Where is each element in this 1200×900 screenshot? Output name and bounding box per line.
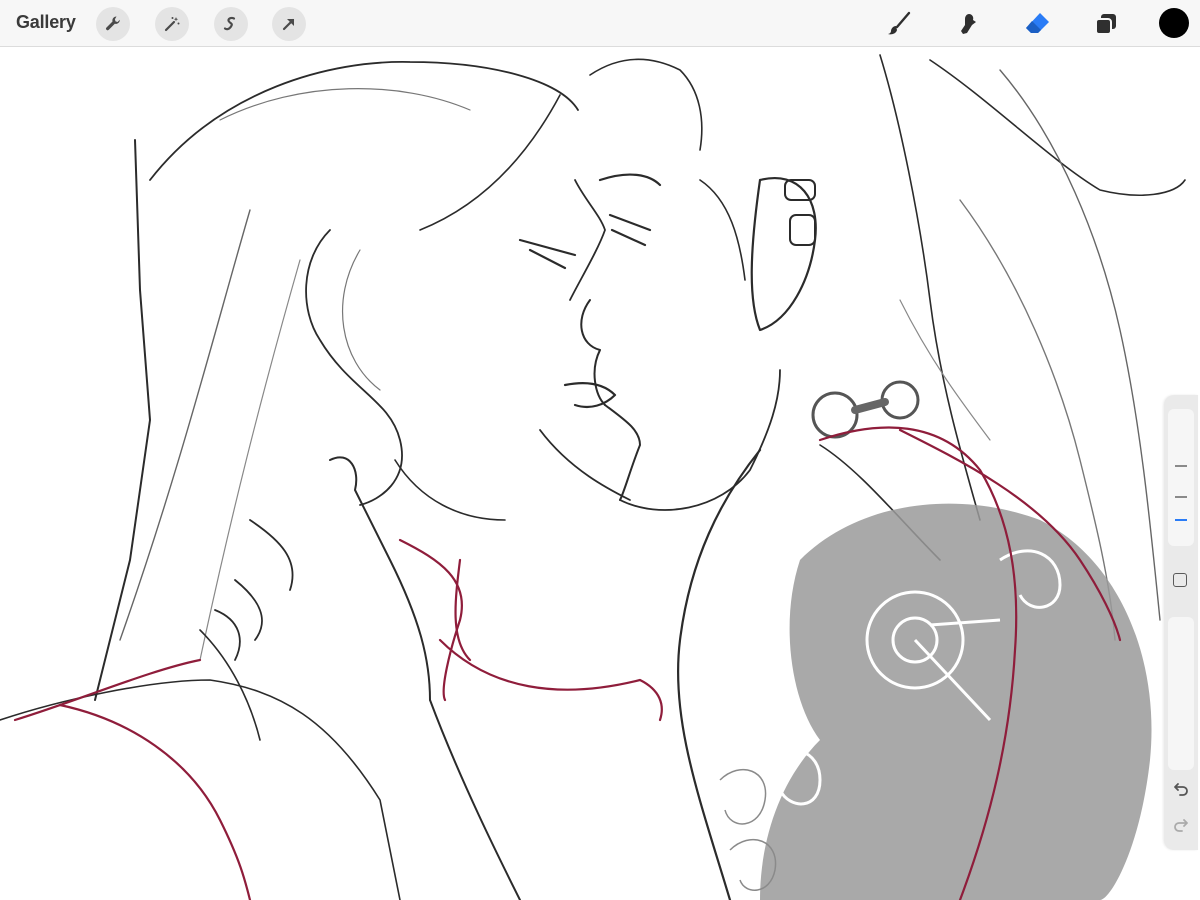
smudge-icon xyxy=(961,14,976,34)
eraser-button[interactable] xyxy=(1021,8,1053,40)
size-slider-handle[interactable] xyxy=(1175,519,1187,521)
transform-arrow-icon xyxy=(282,18,295,31)
brush-button[interactable] xyxy=(883,8,915,40)
selection-icon xyxy=(223,16,236,31)
gallery-button[interactable]: Gallery xyxy=(16,12,76,33)
undo-button[interactable] xyxy=(1170,777,1192,799)
brush-opacity-slider[interactable] xyxy=(1168,617,1194,770)
eraser-icon xyxy=(1026,13,1049,33)
magic-wand-icon xyxy=(164,17,180,32)
layers-button[interactable] xyxy=(1090,8,1122,40)
smudge-button[interactable] xyxy=(951,8,983,40)
layers-icon xyxy=(1095,14,1116,35)
drawing-canvas[interactable] xyxy=(0,47,1200,900)
size-tick xyxy=(1175,496,1187,498)
brush-icon xyxy=(888,11,911,35)
color-picker-button[interactable] xyxy=(1159,8,1189,38)
redo-icon xyxy=(1174,819,1188,832)
undo-icon xyxy=(1174,783,1188,796)
sketch-artwork xyxy=(0,54,1186,900)
redo-button[interactable] xyxy=(1170,813,1192,835)
brush-size-slider[interactable] xyxy=(1168,409,1194,546)
modify-button[interactable] xyxy=(1173,573,1187,587)
wrench-icon xyxy=(106,16,120,31)
transform-button[interactable] xyxy=(272,7,306,41)
selection-button[interactable] xyxy=(214,7,248,41)
adjustments-button[interactable] xyxy=(155,7,189,41)
actions-button[interactable] xyxy=(96,7,130,41)
top-toolbar: Gallery xyxy=(0,0,1200,47)
size-tick xyxy=(1175,465,1187,467)
brush-sidebar xyxy=(1164,395,1198,850)
